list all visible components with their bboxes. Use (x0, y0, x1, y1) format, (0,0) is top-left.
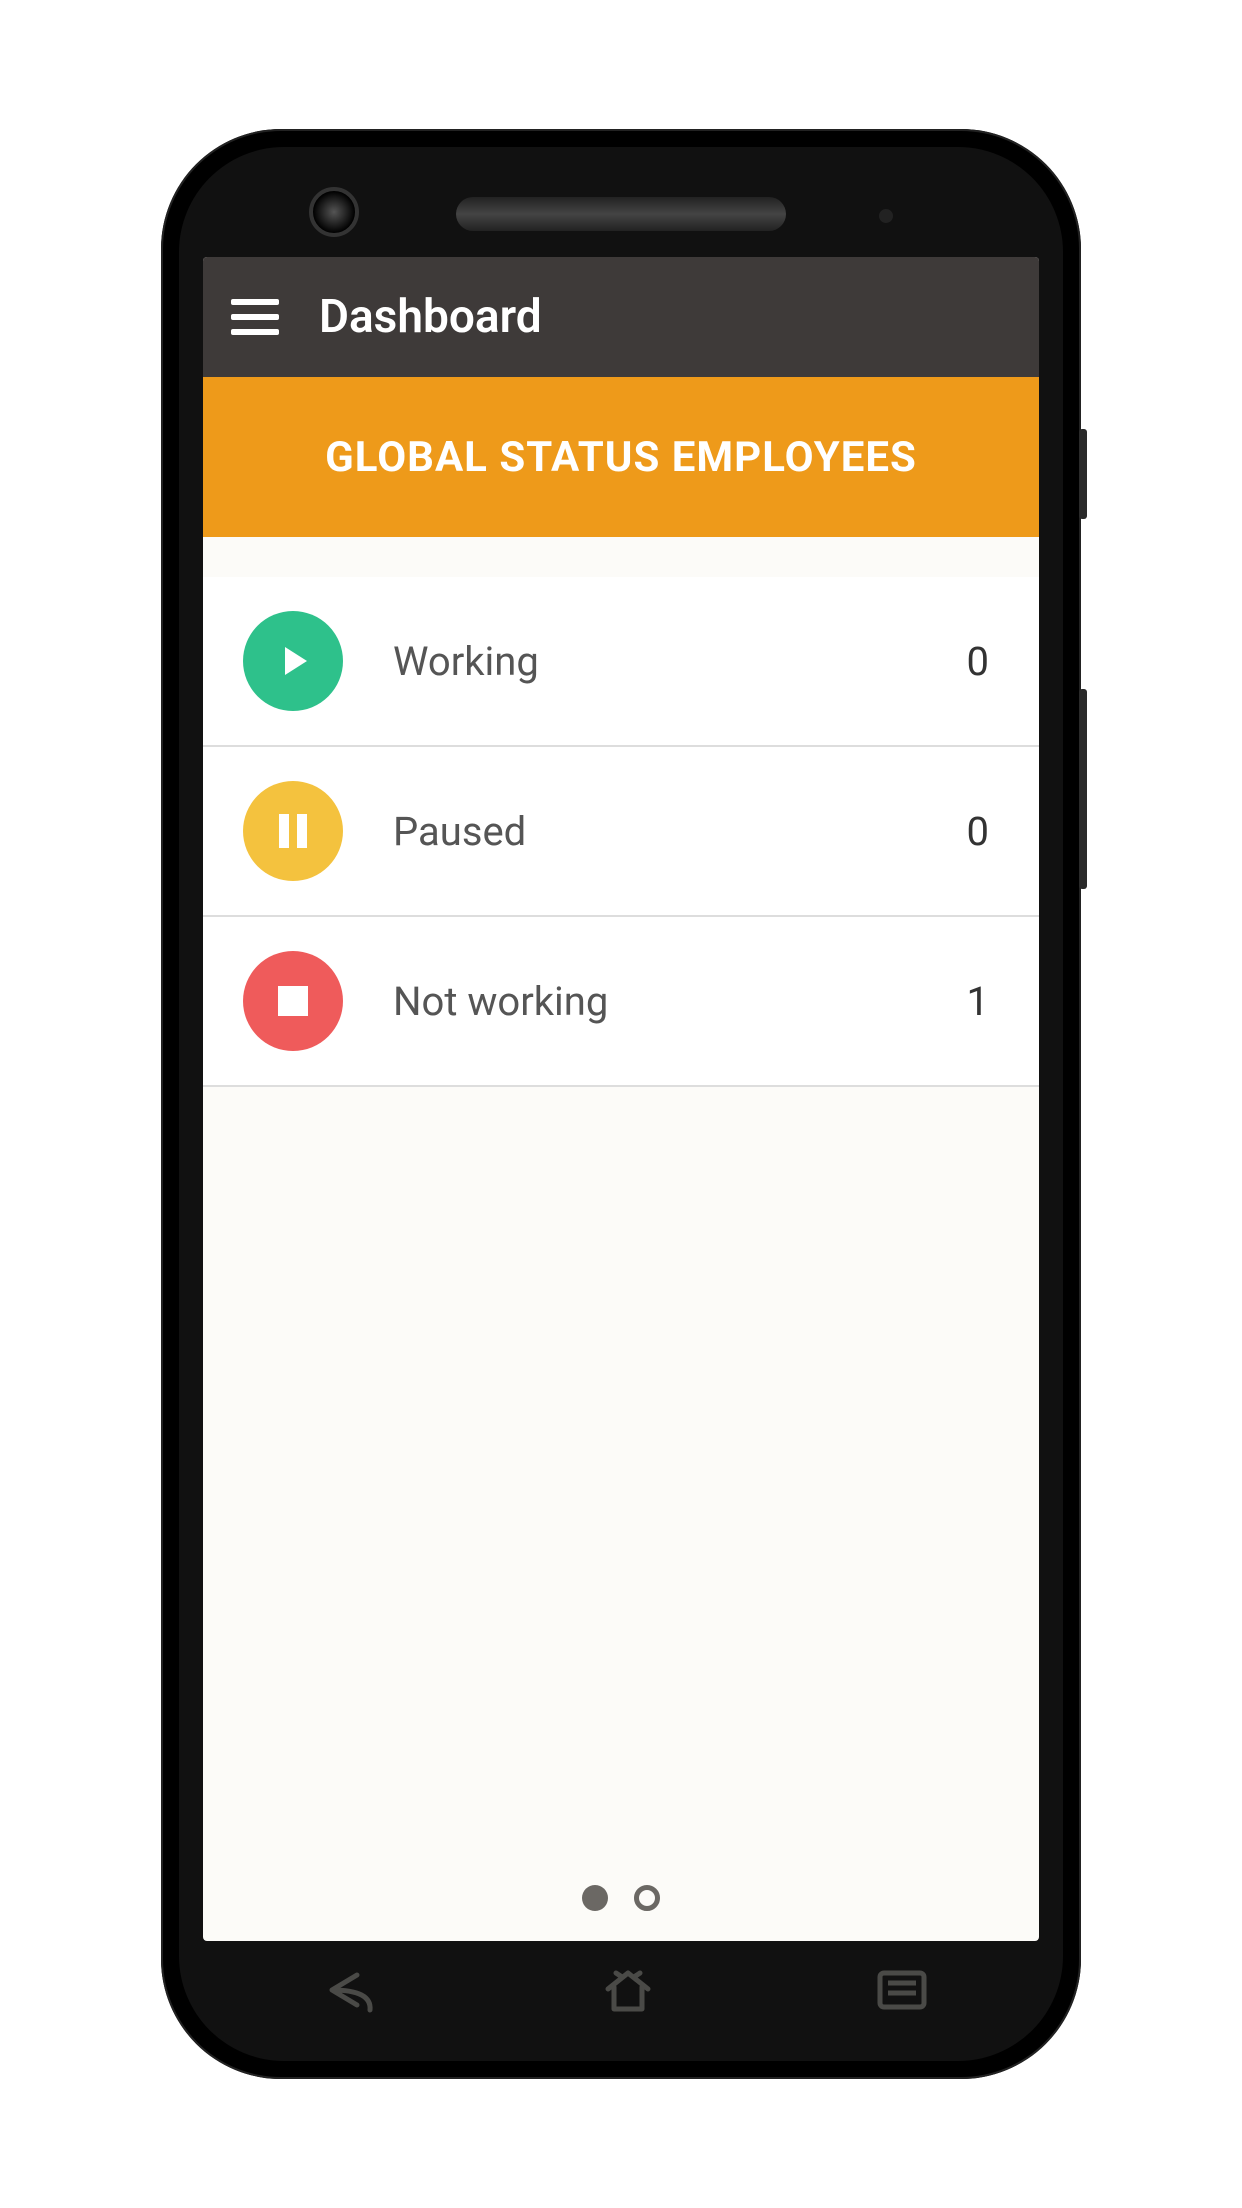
app-bar: Dashboard (203, 257, 1039, 377)
status-label: Working (393, 638, 967, 685)
sensor-dot (879, 209, 893, 223)
side-button (1079, 689, 1087, 889)
status-row-not-working[interactable]: Not working 1 (203, 917, 1039, 1087)
hamburger-menu-icon[interactable] (231, 290, 279, 344)
status-row-paused[interactable]: Paused 0 (203, 747, 1039, 917)
pager-dot-active[interactable] (582, 1885, 608, 1911)
android-nav-bar (203, 1945, 1039, 2035)
screen: Dashboard GLOBAL STATUS EMPLOYEES Workin… (203, 257, 1039, 1941)
phone-frame: Dashboard GLOBAL STATUS EMPLOYEES Workin… (161, 129, 1081, 2079)
status-list: Working 0 Paused 0 Not working 1 (203, 577, 1039, 1087)
status-banner: GLOBAL STATUS EMPLOYEES (203, 377, 1039, 537)
page-indicator (203, 1885, 1039, 1911)
status-label: Not working (393, 978, 967, 1025)
back-icon[interactable] (312, 1965, 382, 2015)
pager-dot[interactable] (634, 1885, 660, 1911)
speaker-grille (456, 197, 786, 231)
play-icon (243, 611, 343, 711)
camera-dot (309, 187, 359, 237)
stop-icon (243, 951, 343, 1051)
recents-icon[interactable] (874, 1967, 930, 2013)
status-count: 0 (967, 638, 989, 685)
status-row-working[interactable]: Working 0 (203, 577, 1039, 747)
banner-title: GLOBAL STATUS EMPLOYEES (325, 433, 917, 482)
status-label: Paused (393, 808, 967, 855)
pause-icon (243, 781, 343, 881)
page-title: Dashboard (319, 290, 542, 344)
home-icon[interactable] (600, 1965, 656, 2015)
status-count: 1 (967, 978, 989, 1025)
side-button (1079, 429, 1087, 519)
status-count: 0 (967, 808, 989, 855)
